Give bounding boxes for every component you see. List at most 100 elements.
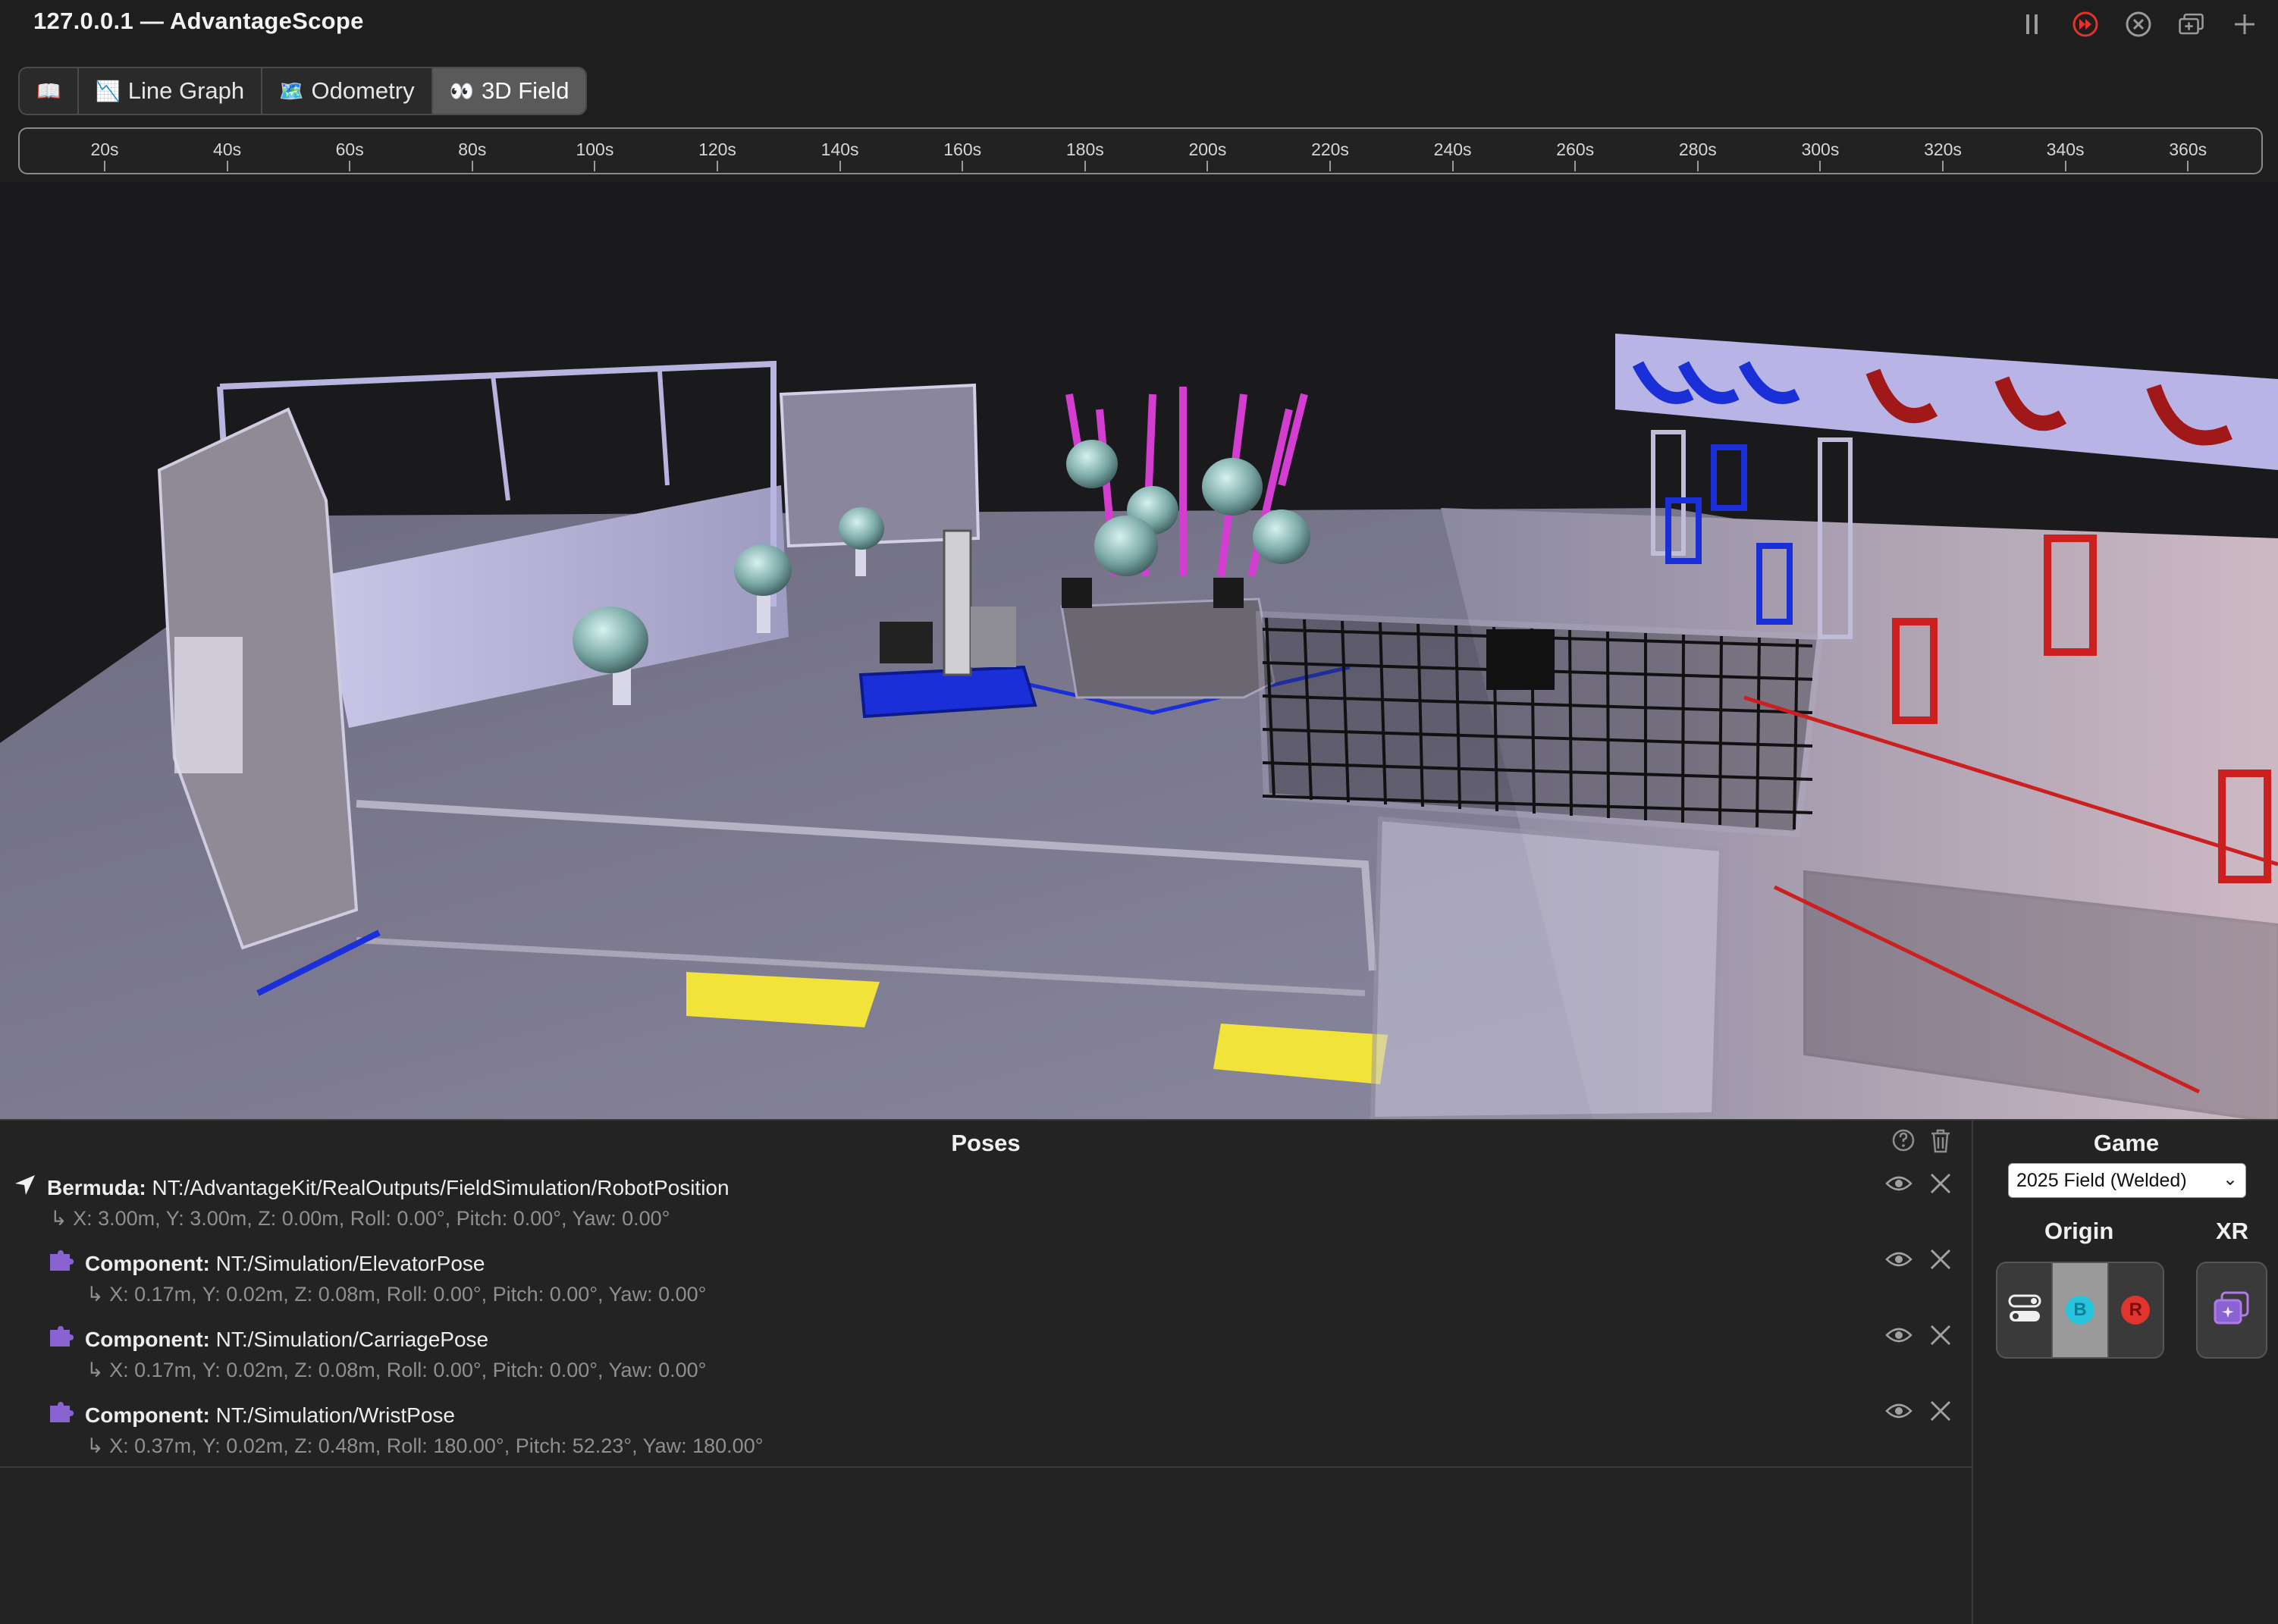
timeline-tick-mark <box>717 161 718 171</box>
tab-label: 3D Field <box>482 77 570 104</box>
tab-bar: 📖 📉 Line Graph 🗺️ Odometry 👀 3D Field <box>18 67 588 115</box>
tab-label: Line Graph <box>127 77 245 104</box>
book-icon: 📖 <box>36 79 61 102</box>
eye-icon[interactable] <box>1885 1174 1912 1197</box>
timeline-tick-mark <box>2187 161 2189 171</box>
tab-documentation[interactable]: 📖 <box>20 68 80 114</box>
close-circle-icon[interactable] <box>2125 11 2152 38</box>
window-controls <box>2019 11 2258 38</box>
live-icon[interactable] <box>2072 11 2099 38</box>
chevron-down-icon: ⌄ <box>2222 1169 2238 1190</box>
puzzle-piece-icon <box>49 1325 74 1353</box>
window-title: 127.0.0.1 — AdvantageScope <box>33 8 364 34</box>
origin-red-button[interactable]: R <box>2109 1263 2163 1357</box>
pose-key: NT:/AdvantageKit/RealOutputs/FieldSimula… <box>152 1175 730 1199</box>
help-icon[interactable] <box>1891 1128 1916 1158</box>
origin-label: Origin <box>2044 1218 2114 1244</box>
pose-value: ↳ X: 0.17m, Y: 0.02m, Z: 0.08m, Roll: 0.… <box>86 1359 707 1381</box>
timeline-tick-mark <box>1819 161 1821 171</box>
blue-origin-badge: B <box>2065 1296 2094 1325</box>
timeline-tick-label: 40s <box>213 140 242 159</box>
location-arrow-icon <box>14 1174 36 1202</box>
poses-title: Poses <box>951 1130 1021 1156</box>
timeline-tick-mark <box>839 161 841 171</box>
xr-icon <box>2213 1291 2251 1330</box>
close-icon[interactable] <box>1929 1248 1952 1274</box>
xr-button[interactable] <box>2196 1262 2267 1359</box>
timeline-tick-label: 240s <box>1433 140 1472 159</box>
timeline-tick-label: 80s <box>458 140 487 159</box>
toggle-icon <box>2008 1293 2041 1328</box>
timeline-tick-label: 340s <box>2046 140 2085 159</box>
pose-value: ↳ X: 0.37m, Y: 0.02m, Z: 0.48m, Roll: 18… <box>86 1434 764 1457</box>
close-icon[interactable] <box>1929 1400 1952 1426</box>
3d-field-viewport[interactable] <box>0 182 2278 1119</box>
poses-divider <box>0 1466 1973 1468</box>
add-tab-icon[interactable] <box>2231 11 2258 38</box>
origin-blue-button[interactable]: B <box>2053 1263 2109 1357</box>
timeline-tick-label: 120s <box>698 140 736 159</box>
puzzle-piece-icon <box>49 1401 74 1429</box>
new-window-icon[interactable] <box>2178 11 2205 38</box>
timeline-tick-label: 260s <box>1556 140 1595 159</box>
bottom-panel: Poses Bermuda: NT:/AdvantageKit/RealOutp… <box>0 1119 2278 1624</box>
timeline-tick-label: 320s <box>1924 140 1962 159</box>
timeline-tick-mark <box>104 161 105 171</box>
timeline-tick-label: 200s <box>1188 140 1227 159</box>
puzzle-piece-icon <box>49 1249 74 1278</box>
timeline-tick-mark <box>471 161 473 171</box>
timeline-tick-mark <box>1206 161 1209 171</box>
timeline-tick-label: 300s <box>1801 140 1840 159</box>
timeline-tick-mark <box>594 161 596 171</box>
title-bar: 127.0.0.1 — AdvantageScope <box>0 0 2278 53</box>
pose-type: Component: <box>85 1327 210 1351</box>
tab-3d-field[interactable]: 👀 3D Field <box>432 68 586 114</box>
close-icon[interactable] <box>1929 1324 1952 1350</box>
pause-icon[interactable] <box>2019 11 2046 38</box>
timeline[interactable]: 20s 40s 60s 80s 100s 120s 140s 160s 180s 200s 220s… <box>18 127 2263 174</box>
pose-value: ↳ X: 3.00m, Y: 3.00m, Z: 0.00m, Roll: 0.… <box>50 1207 670 1230</box>
game-section: Game 2025 Field (Welded) ⌄ Origin XR B R <box>1975 1121 2278 1624</box>
eye-icon[interactable] <box>1885 1249 1912 1273</box>
origin-selector: B R <box>1996 1262 2164 1359</box>
game-select[interactable]: 2025 Field (Welded) ⌄ <box>2008 1163 2246 1198</box>
timeline-tick-label: 360s <box>2169 140 2207 159</box>
timeline-tick-mark <box>962 161 964 171</box>
timeline-tick-label: 100s <box>576 140 614 159</box>
timeline-tick-label: 140s <box>821 140 859 159</box>
timeline-tick-label: 180s <box>1065 140 1104 159</box>
tab-label: Odometry <box>311 77 415 104</box>
red-origin-badge: R <box>2121 1296 2151 1325</box>
eyes-icon: 👀 <box>449 79 474 102</box>
timeline-tick-mark <box>1329 161 1331 171</box>
close-icon[interactable] <box>1929 1172 1952 1199</box>
timeline-tick-mark <box>1574 161 1577 171</box>
trash-icon[interactable] <box>1929 1128 1952 1158</box>
pose-type: Component: <box>85 1403 210 1427</box>
net-panel <box>1255 610 1824 838</box>
tab-line-graph[interactable]: 📉 Line Graph <box>79 68 263 114</box>
pose-value: ↳ X: 0.17m, Y: 0.02m, Z: 0.08m, Roll: 0.… <box>86 1283 707 1306</box>
pose-key: NT:/Simulation/ElevatorPose <box>215 1251 485 1275</box>
timeline-tick-label: 60s <box>335 140 364 159</box>
timeline-tick-mark <box>226 161 228 171</box>
map-icon: 🗺️ <box>279 79 304 102</box>
pose-key: NT:/Simulation/WristPose <box>215 1403 455 1427</box>
timeline-tick-mark <box>2064 161 2066 171</box>
timeline-tick-label: 280s <box>1678 140 1717 159</box>
eye-icon[interactable] <box>1885 1401 1912 1425</box>
eye-icon[interactable] <box>1885 1325 1912 1349</box>
timeline-tick-mark <box>1451 161 1454 171</box>
origin-auto-button[interactable] <box>1997 1263 2054 1357</box>
tab-odometry[interactable]: 🗺️ Odometry <box>262 68 433 114</box>
pose-key: NT:/Simulation/CarriagePose <box>215 1327 489 1351</box>
pose-type: Bermuda: <box>47 1175 146 1199</box>
timeline-tick-mark <box>1942 161 1944 171</box>
timeline-tick-label: 160s <box>943 140 982 159</box>
game-title: Game <box>2093 1130 2160 1156</box>
field-render <box>0 334 2278 1119</box>
timeline-tick-label: 220s <box>1311 140 1349 159</box>
timeline-tick-mark <box>1084 161 1086 171</box>
foreground-barrier <box>1370 816 1724 1119</box>
timeline-tick-mark <box>1696 161 1699 171</box>
